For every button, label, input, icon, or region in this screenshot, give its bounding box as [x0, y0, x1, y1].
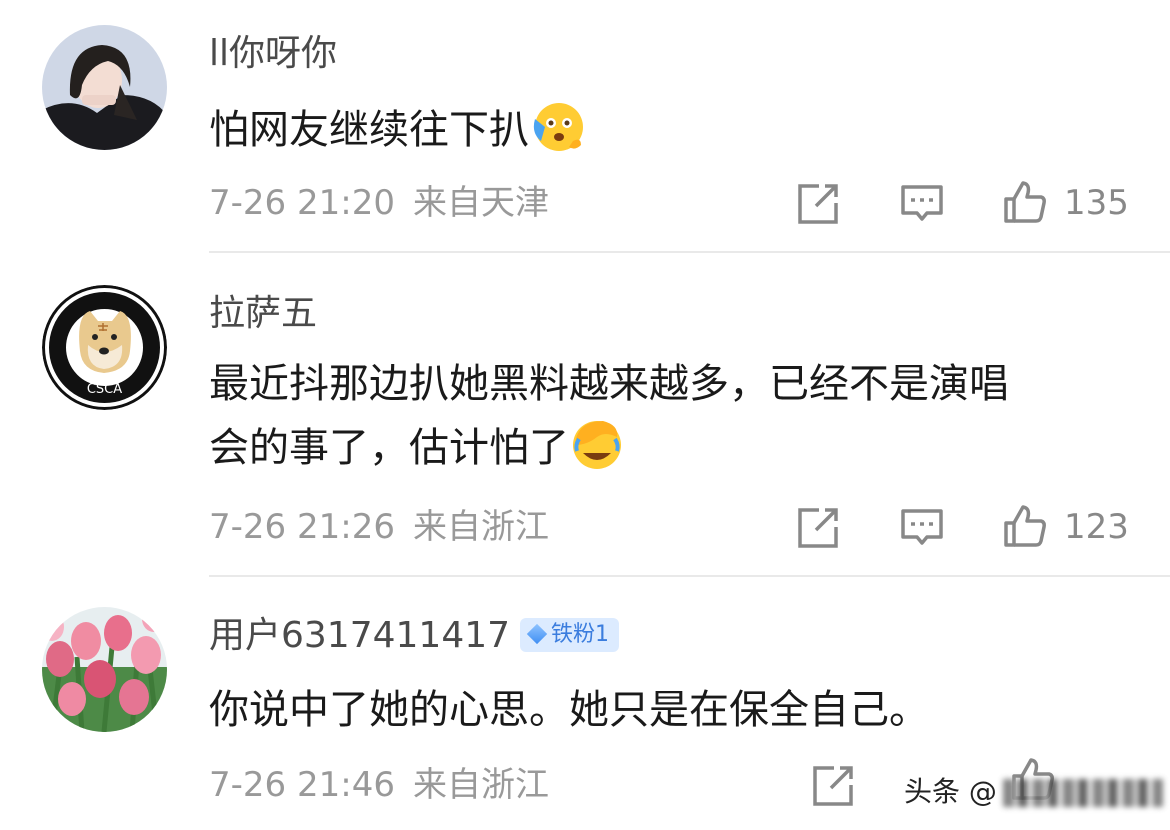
share-icon[interactable]: [795, 181, 841, 227]
comment-text: 你说中了她的心思。她只是在保全自己。: [209, 679, 1129, 741]
comment-location: 来自浙江: [412, 507, 549, 547]
share-icon[interactable]: [795, 505, 841, 551]
comment-item: ll你呀你 怕网友继续往下扒 7-26 21:20 来自天津 135: [0, 0, 1170, 254]
comment-date: 7-26 21:20: [209, 183, 395, 223]
comment-date: 7-26 21:26: [209, 507, 395, 547]
username[interactable]: ll你呀你: [209, 33, 337, 75]
username-row: 用户6317411417 铁粉1: [209, 615, 620, 657]
avatar-text: CSCA: [87, 382, 122, 397]
username[interactable]: 拉萨五: [209, 293, 317, 335]
divider: [209, 251, 1170, 253]
like-count: 123: [1064, 507, 1129, 547]
comment-item: CSCA 拉萨五 最近抖那边扒她黑料越来越多，已经不是演唱 会的事了，估计怕了 …: [0, 254, 1170, 577]
scared-face-emoji: [533, 103, 583, 151]
comment-text-line: 怕网友继续往下扒: [209, 107, 529, 153]
avatar[interactable]: [42, 25, 167, 150]
username[interactable]: 用户6317411417: [209, 615, 510, 656]
watermark-prefix: 头条 @: [904, 775, 997, 808]
watermark-blurred-name: [1002, 779, 1163, 807]
comment-location: 来自天津: [412, 183, 549, 223]
avatar[interactable]: [42, 607, 167, 732]
like-count: 135: [1064, 183, 1129, 223]
fan-badge[interactable]: 铁粉1: [520, 618, 620, 652]
watermark: 头条 @: [904, 770, 1163, 814]
comment-meta: 7-26 21:26 来自浙江: [209, 507, 549, 547]
diamond-icon: [526, 623, 548, 645]
comment-text-line: 最近抖那边扒她黑料越来越多，已经不是演唱: [209, 361, 1009, 407]
facepalm-laugh-emoji: [573, 421, 621, 469]
comment-location: 来自浙江: [412, 765, 549, 805]
thumbs-up-icon[interactable]: [1002, 503, 1048, 549]
badge-label: 铁粉1: [551, 622, 610, 647]
comment-text: 怕网友继续往下扒: [209, 97, 1129, 161]
comment-meta: 7-26 21:46 来自浙江: [209, 765, 549, 805]
comment-text-line: 你说中了她的心思。她只是在保全自己。: [209, 687, 929, 733]
comment-date: 7-26 21:46: [209, 765, 395, 805]
comment-text-line: 会的事了，估计怕了: [209, 425, 569, 471]
comment-icon[interactable]: [899, 505, 945, 551]
share-icon[interactable]: [810, 763, 856, 809]
comment-meta: 7-26 21:20 来自天津: [209, 183, 549, 223]
comment-text: 最近抖那边扒她黑料越来越多，已经不是演唱 会的事了，估计怕了: [209, 353, 1129, 479]
thumbs-up-icon[interactable]: [1002, 179, 1048, 225]
comment-icon[interactable]: [899, 181, 945, 227]
avatar[interactable]: CSCA: [42, 285, 167, 410]
